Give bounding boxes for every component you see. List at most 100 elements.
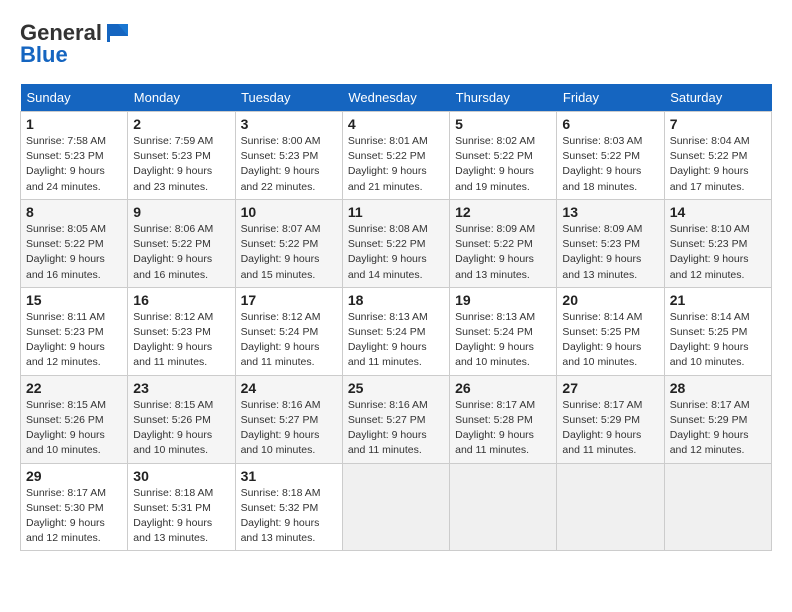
calendar-cell: 6 Sunrise: 8:03 AM Sunset: 5:22 PM Daylig… — [557, 112, 664, 200]
calendar-cell: 4 Sunrise: 8:01 AM Sunset: 5:22 PM Daylig… — [342, 112, 449, 200]
day-info: Sunrise: 8:05 AM Sunset: 5:22 PM Dayligh… — [26, 222, 122, 283]
day-info: Sunrise: 7:59 AM Sunset: 5:23 PM Dayligh… — [133, 134, 229, 195]
day-number: 29 — [26, 468, 122, 484]
day-info: Sunrise: 8:03 AM Sunset: 5:22 PM Dayligh… — [562, 134, 658, 195]
calendar-week-row: 22 Sunrise: 8:15 AM Sunset: 5:26 PM Dayli… — [21, 375, 772, 463]
day-info: Sunrise: 8:01 AM Sunset: 5:22 PM Dayligh… — [348, 134, 444, 195]
calendar-cell — [664, 463, 771, 551]
day-info: Sunrise: 8:15 AM Sunset: 5:26 PM Dayligh… — [133, 398, 229, 459]
day-number: 4 — [348, 116, 444, 132]
day-number: 27 — [562, 380, 658, 396]
calendar-week-row: 29 Sunrise: 8:17 AM Sunset: 5:30 PM Dayli… — [21, 463, 772, 551]
logo-flag-icon — [104, 22, 132, 44]
day-number: 7 — [670, 116, 766, 132]
day-info: Sunrise: 8:18 AM Sunset: 5:31 PM Dayligh… — [133, 486, 229, 547]
calendar-cell: 23 Sunrise: 8:15 AM Sunset: 5:26 PM Dayli… — [128, 375, 235, 463]
day-number: 12 — [455, 204, 551, 220]
day-info: Sunrise: 8:07 AM Sunset: 5:22 PM Dayligh… — [241, 222, 337, 283]
calendar-header-row: SundayMondayTuesdayWednesdayThursdayFrid… — [21, 84, 772, 112]
day-number: 3 — [241, 116, 337, 132]
day-number: 11 — [348, 204, 444, 220]
calendar-cell: 12 Sunrise: 8:09 AM Sunset: 5:22 PM Dayli… — [450, 199, 557, 287]
calendar-week-row: 8 Sunrise: 8:05 AM Sunset: 5:22 PM Daylig… — [21, 199, 772, 287]
day-number: 14 — [670, 204, 766, 220]
calendar-cell: 16 Sunrise: 8:12 AM Sunset: 5:23 PM Dayli… — [128, 287, 235, 375]
calendar-cell: 3 Sunrise: 8:00 AM Sunset: 5:23 PM Daylig… — [235, 112, 342, 200]
day-info: Sunrise: 7:58 AM Sunset: 5:23 PM Dayligh… — [26, 134, 122, 195]
calendar-cell: 8 Sunrise: 8:05 AM Sunset: 5:22 PM Daylig… — [21, 199, 128, 287]
calendar-cell: 5 Sunrise: 8:02 AM Sunset: 5:22 PM Daylig… — [450, 112, 557, 200]
day-number: 15 — [26, 292, 122, 308]
calendar-cell: 13 Sunrise: 8:09 AM Sunset: 5:23 PM Dayli… — [557, 199, 664, 287]
day-number: 8 — [26, 204, 122, 220]
calendar-cell: 30 Sunrise: 8:18 AM Sunset: 5:31 PM Dayli… — [128, 463, 235, 551]
day-number: 26 — [455, 380, 551, 396]
calendar-cell: 25 Sunrise: 8:16 AM Sunset: 5:27 PM Dayli… — [342, 375, 449, 463]
day-info: Sunrise: 8:04 AM Sunset: 5:22 PM Dayligh… — [670, 134, 766, 195]
calendar-cell: 14 Sunrise: 8:10 AM Sunset: 5:23 PM Dayli… — [664, 199, 771, 287]
day-info: Sunrise: 8:06 AM Sunset: 5:22 PM Dayligh… — [133, 222, 229, 283]
day-of-week-header: Sunday — [21, 84, 128, 112]
page-header: General Blue — [20, 20, 772, 68]
day-info: Sunrise: 8:16 AM Sunset: 5:27 PM Dayligh… — [348, 398, 444, 459]
day-number: 16 — [133, 292, 229, 308]
calendar-cell — [342, 463, 449, 551]
day-of-week-header: Monday — [128, 84, 235, 112]
day-number: 25 — [348, 380, 444, 396]
day-info: Sunrise: 8:16 AM Sunset: 5:27 PM Dayligh… — [241, 398, 337, 459]
calendar-cell: 20Sunrise: 8:14 AM Sunset: 5:25 PM Dayli… — [557, 287, 664, 375]
day-number: 24 — [241, 380, 337, 396]
calendar-cell: 29 Sunrise: 8:17 AM Sunset: 5:30 PM Dayli… — [21, 463, 128, 551]
day-number: 30 — [133, 468, 229, 484]
day-info: Sunrise: 8:13 AM Sunset: 5:24 PM Dayligh… — [348, 310, 444, 371]
day-number: 20 — [562, 292, 658, 308]
calendar-cell: 21Sunrise: 8:14 AM Sunset: 5:25 PM Dayli… — [664, 287, 771, 375]
day-number: 5 — [455, 116, 551, 132]
calendar-cell: 15Sunrise: 8:11 AM Sunset: 5:23 PM Dayli… — [21, 287, 128, 375]
day-info: Sunrise: 8:02 AM Sunset: 5:22 PM Dayligh… — [455, 134, 551, 195]
day-number: 31 — [241, 468, 337, 484]
day-info: Sunrise: 8:09 AM Sunset: 5:23 PM Dayligh… — [562, 222, 658, 283]
day-info: Sunrise: 8:14 AM Sunset: 5:25 PM Dayligh… — [670, 310, 766, 371]
day-info: Sunrise: 8:18 AM Sunset: 5:32 PM Dayligh… — [241, 486, 337, 547]
day-of-week-header: Tuesday — [235, 84, 342, 112]
day-info: Sunrise: 8:09 AM Sunset: 5:22 PM Dayligh… — [455, 222, 551, 283]
day-info: Sunrise: 8:17 AM Sunset: 5:30 PM Dayligh… — [26, 486, 122, 547]
calendar-cell: 24 Sunrise: 8:16 AM Sunset: 5:27 PM Dayli… — [235, 375, 342, 463]
day-info: Sunrise: 8:17 AM Sunset: 5:29 PM Dayligh… — [670, 398, 766, 459]
day-number: 13 — [562, 204, 658, 220]
day-info: Sunrise: 8:12 AM Sunset: 5:23 PM Dayligh… — [133, 310, 229, 371]
day-number: 18 — [348, 292, 444, 308]
calendar-week-row: 1 Sunrise: 7:58 AM Sunset: 5:23 PM Daylig… — [21, 112, 772, 200]
day-number: 22 — [26, 380, 122, 396]
day-info: Sunrise: 8:12 AM Sunset: 5:24 PM Dayligh… — [241, 310, 337, 371]
calendar-cell — [450, 463, 557, 551]
day-number: 6 — [562, 116, 658, 132]
calendar-cell: 7 Sunrise: 8:04 AM Sunset: 5:22 PM Daylig… — [664, 112, 771, 200]
day-number: 23 — [133, 380, 229, 396]
day-number: 28 — [670, 380, 766, 396]
calendar-week-row: 15Sunrise: 8:11 AM Sunset: 5:23 PM Dayli… — [21, 287, 772, 375]
day-of-week-header: Saturday — [664, 84, 771, 112]
calendar-cell: 18 Sunrise: 8:13 AM Sunset: 5:24 PM Dayli… — [342, 287, 449, 375]
calendar-cell: 19 Sunrise: 8:13 AM Sunset: 5:24 PM Dayli… — [450, 287, 557, 375]
calendar-cell: 1 Sunrise: 7:58 AM Sunset: 5:23 PM Daylig… — [21, 112, 128, 200]
calendar-cell — [557, 463, 664, 551]
logo: General Blue — [20, 20, 132, 68]
day-number: 1 — [26, 116, 122, 132]
day-info: Sunrise: 8:00 AM Sunset: 5:23 PM Dayligh… — [241, 134, 337, 195]
calendar-cell: 2 Sunrise: 7:59 AM Sunset: 5:23 PM Daylig… — [128, 112, 235, 200]
calendar-cell: 31 Sunrise: 8:18 AM Sunset: 5:32 PM Dayli… — [235, 463, 342, 551]
calendar-table: SundayMondayTuesdayWednesdayThursdayFrid… — [20, 84, 772, 551]
calendar-cell: 11Sunrise: 8:08 AM Sunset: 5:22 PM Dayli… — [342, 199, 449, 287]
calendar-cell: 28 Sunrise: 8:17 AM Sunset: 5:29 PM Dayli… — [664, 375, 771, 463]
day-of-week-header: Thursday — [450, 84, 557, 112]
day-info: Sunrise: 8:15 AM Sunset: 5:26 PM Dayligh… — [26, 398, 122, 459]
calendar-cell: 22 Sunrise: 8:15 AM Sunset: 5:26 PM Dayli… — [21, 375, 128, 463]
day-info: Sunrise: 8:10 AM Sunset: 5:23 PM Dayligh… — [670, 222, 766, 283]
day-of-week-header: Friday — [557, 84, 664, 112]
day-info: Sunrise: 8:13 AM Sunset: 5:24 PM Dayligh… — [455, 310, 551, 371]
day-number: 2 — [133, 116, 229, 132]
calendar-cell: 26Sunrise: 8:17 AM Sunset: 5:28 PM Dayli… — [450, 375, 557, 463]
day-number: 19 — [455, 292, 551, 308]
